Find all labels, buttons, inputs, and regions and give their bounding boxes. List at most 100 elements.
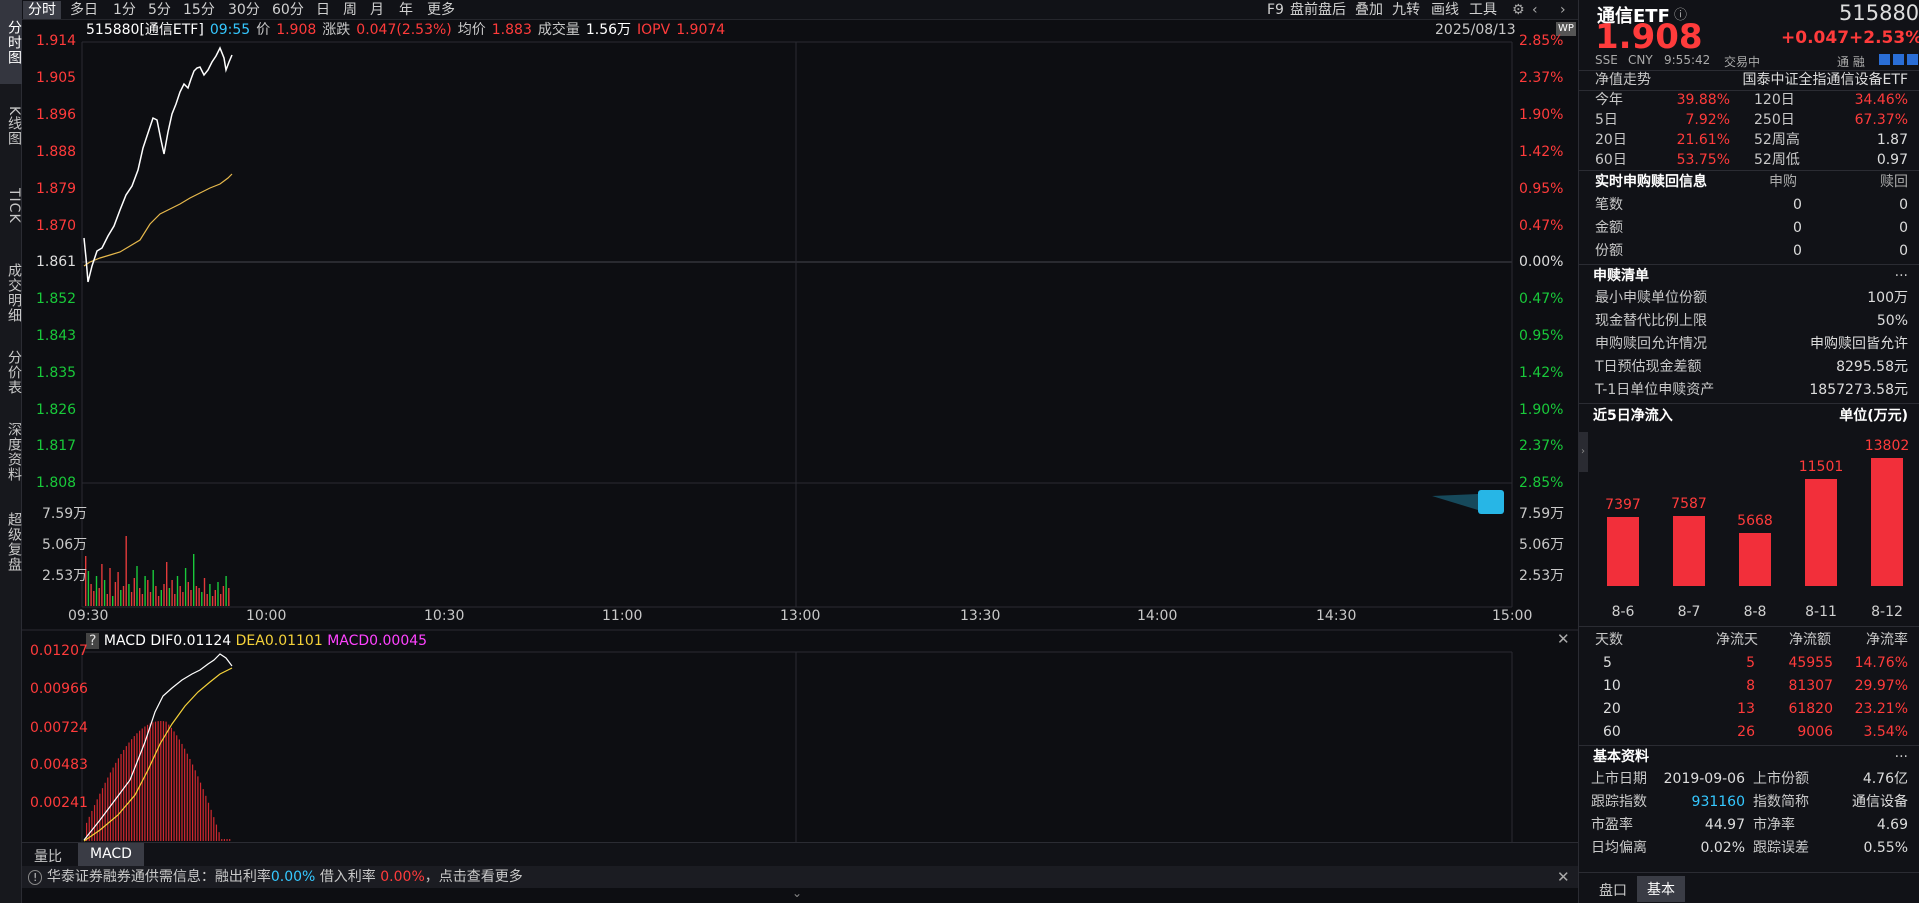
add-icon[interactable] [1907,54,1918,65]
flow-table-row: 10 8 81307 29.97% [1579,676,1919,696]
list-value: 8295.58元 [1836,359,1908,375]
macd-bar [229,839,231,841]
time-tick: 15:00 [1492,608,1533,624]
time-tick: 14:00 [1137,608,1178,624]
pct-tick: 1.42% [1519,365,1564,381]
macd-bar [189,758,191,841]
redeem-header: 实时申购赎回信息 申购 赎回 [1579,172,1919,192]
close-icon[interactable]: ✕ [1557,630,1570,648]
intraday-chart[interactable] [0,0,1578,870]
list-header: 申赎清单 ··· [1579,266,1919,286]
macd-bar [120,754,122,841]
volume-bar [139,588,141,606]
chevron-down-icon[interactable]: ⌄ [792,886,802,900]
basic-label: 市净率 [1753,817,1795,833]
volume-bar [217,582,219,606]
flow-col: 净流率 [1866,632,1908,648]
collapse-panel-handle[interactable]: › [1578,432,1588,472]
macd-bar [149,723,151,841]
macd-bar [101,788,104,841]
macd-bar [160,721,162,841]
perf-label: 5日 [1595,112,1618,128]
macd-header: ? MACD DIF0.01124 DEA0.01101 MACD0.00045 [86,632,427,650]
volume-bar [114,582,117,606]
dif-value: 0.01124 [173,633,232,649]
volume-bars [85,536,230,606]
volume-bar [125,536,127,606]
list-label: 最小申赎单位份额 [1595,290,1707,306]
volume-bar [228,588,230,606]
notice-bar[interactable]: ! 华泰证券融券通供需信息：融出利率0.00% 借入利率 0.00%，点击查看更… [22,866,1578,888]
basic-title: 基本资料 [1593,749,1649,765]
volume-bar [190,590,192,606]
flow-days: 60 [1603,724,1621,740]
flow-bar-date: 8-8 [1743,604,1767,620]
macd-bar [221,839,223,841]
help-icon[interactable]: ? [86,633,100,649]
tab-basic[interactable]: 基本 [1637,876,1685,902]
basic-row: 日均偏离 0.02% 跟踪误差 0.55% [1579,838,1919,858]
volume-bar [120,590,122,606]
volume-tick: 5.06万 [1519,537,1565,553]
volume-bar [168,588,171,606]
macd-bar [181,743,183,841]
redeem-row: 笔数 0 0 [1579,195,1919,215]
volume-tick: 7.59万 [1519,506,1565,522]
index-name[interactable]: 国泰中证全指通信设备ETF [1743,70,1908,90]
volume-bar [152,570,154,606]
tab-macd[interactable]: MACD [78,843,144,867]
list-more-button[interactable]: ··· [1895,266,1908,286]
flow-net-days: 13 [1737,701,1755,717]
volume-bar [155,586,157,606]
flow-net-amt: 81307 [1788,678,1833,694]
macd-bar [210,809,212,841]
volume-bar [195,586,198,606]
perf-label: 120日 [1754,92,1795,108]
volume-bar [222,586,225,606]
flow-unit: 单位(万元) [1839,408,1908,424]
time-tick: 14:30 [1316,608,1357,624]
flow-bar-value: 11501 [1798,459,1844,476]
basic-label: 跟踪误差 [1753,840,1809,856]
tab-volume-ratio[interactable]: 量比 [34,846,62,866]
volume-bar [206,594,208,606]
perf-value: 67.37% [1854,112,1908,128]
time-tick: 10:00 [246,608,287,624]
edit-icon[interactable] [1879,54,1890,65]
macd-title: MACD [103,633,146,649]
basic-header: 基本资料 ··· [1579,747,1919,767]
indicator-tabs: 量比 MACD [22,842,1578,867]
tracking-index-link[interactable]: 931160 [1692,792,1745,812]
basic-value: 0.02% [1700,840,1745,856]
macd-bar [117,758,119,841]
price-tick: 1.808 [36,475,77,491]
price-tick: 1.914 [36,33,77,49]
close-notice-icon[interactable]: ✕ [1557,868,1570,886]
macd-value: 0.00045 [369,633,428,649]
volume-bar [160,590,162,606]
macd-label: MACD [327,633,370,649]
copy-icon[interactable] [1893,54,1904,65]
price-tick: 1.870 [36,218,77,234]
basic-label: 上市份额 [1753,771,1809,787]
volume-bar [147,580,149,606]
flow-bar [1607,517,1639,586]
time-tick: 10:30 [424,608,465,624]
pct-tick: 0.95% [1519,328,1564,344]
macd-bar [123,749,125,841]
flow-header: 近5日净流入 单位(万元) [1579,406,1919,426]
price-tick: 1.861 [36,254,77,270]
basic-value: 44.97 [1704,817,1745,833]
macd-bar [173,731,175,841]
macd-bar [178,739,180,841]
volume-bar [193,554,195,606]
macd-bar [213,817,215,841]
basic-value: 4.76亿 [1862,771,1908,787]
tab-orderbook[interactable]: 盘口 [1591,878,1635,902]
time-tick: 13:00 [780,608,821,624]
macd-tick: 0.00483 [30,757,88,773]
basic-more-button[interactable]: ··· [1895,747,1908,767]
macd-tick: 0.01207 [30,643,88,659]
basic-label: 跟踪指数 [1591,794,1647,810]
volume-bar [211,596,214,606]
